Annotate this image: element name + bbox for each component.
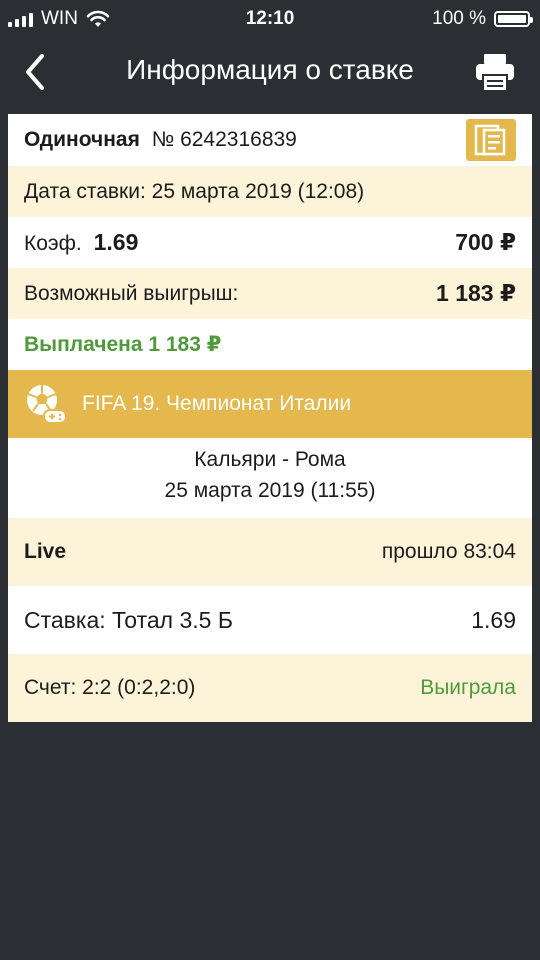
bet-number: № 6242316839 (151, 128, 297, 151)
bet-selection: Ставка: Тотал 3.5 Б (24, 606, 233, 633)
printer-icon (476, 54, 514, 90)
possible-win-label: Возможный выигрыш: (24, 281, 239, 305)
bet-selection-row: Ставка: Тотал 3.5 Б 1.69 (8, 586, 532, 654)
battery-icon (494, 11, 533, 27)
score-row: Счет: 2:2 (0:2,2:0) Выиграла (8, 654, 532, 722)
coef-row: Коэф. 1.69 700 ₽ (8, 217, 532, 268)
coupon-icon (474, 124, 506, 156)
paid-row: Выплачена 1 183 ₽ (8, 319, 532, 370)
paid-status: Выплачена 1 183 ₽ (24, 333, 222, 356)
match-teams: Кальяри - Рома (194, 448, 346, 471)
status-bar: WIN 12:10 100 % (0, 0, 540, 36)
battery-percent: 100 % (432, 8, 486, 29)
nav-bar: Информация о ставке (0, 36, 540, 106)
coef-value: 1.69 (93, 229, 139, 255)
page-title: Информация о ставке (126, 54, 414, 85)
bet-type: Одиночная (24, 128, 140, 151)
coef-label: Коэф. (24, 232, 82, 255)
league-name: FIFA 19. Чемпионат Италии (82, 392, 352, 415)
battery-fill (498, 15, 526, 23)
coupon-button[interactable] (466, 119, 516, 161)
coef-group: Коэф. 1.69 (24, 229, 138, 256)
match-info: Кальяри - Рома 25 марта 2019 (11:55) (8, 438, 532, 518)
bet-card: Одиночная № 6242316839 Дата ставки: 25 м… (8, 114, 532, 722)
status-right: 100 % (432, 8, 533, 30)
result-status: Выиграла (420, 676, 516, 699)
score: Счет: 2:2 (0:2,2:0) (24, 676, 196, 699)
bet-selection-coef: 1.69 (471, 606, 516, 633)
bet-header-row: Одиночная № 6242316839 (8, 114, 532, 166)
live-row: Live прошло 83:04 (8, 518, 532, 586)
league-header: FIFA 19. Чемпионат Италии (8, 370, 532, 438)
elapsed-time: прошло 83:04 (381, 540, 516, 563)
bet-date: Дата ставки: 25 марта 2019 (12:08) (24, 179, 365, 203)
possible-win-row: Возможный выигрыш: 1 183 ₽ (8, 268, 532, 319)
stake-value: 700 ₽ (455, 229, 516, 255)
bet-title: Одиночная № 6242316839 (24, 128, 297, 152)
possible-win-value: 1 183 ₽ (436, 280, 516, 306)
print-button[interactable] (474, 52, 516, 92)
match-date: 25 марта 2019 (11:55) (164, 479, 376, 502)
live-label: Live (24, 540, 67, 563)
bet-date-row: Дата ставки: 25 марта 2019 (12:08) (8, 166, 532, 217)
esports-football-icon (27, 385, 67, 424)
